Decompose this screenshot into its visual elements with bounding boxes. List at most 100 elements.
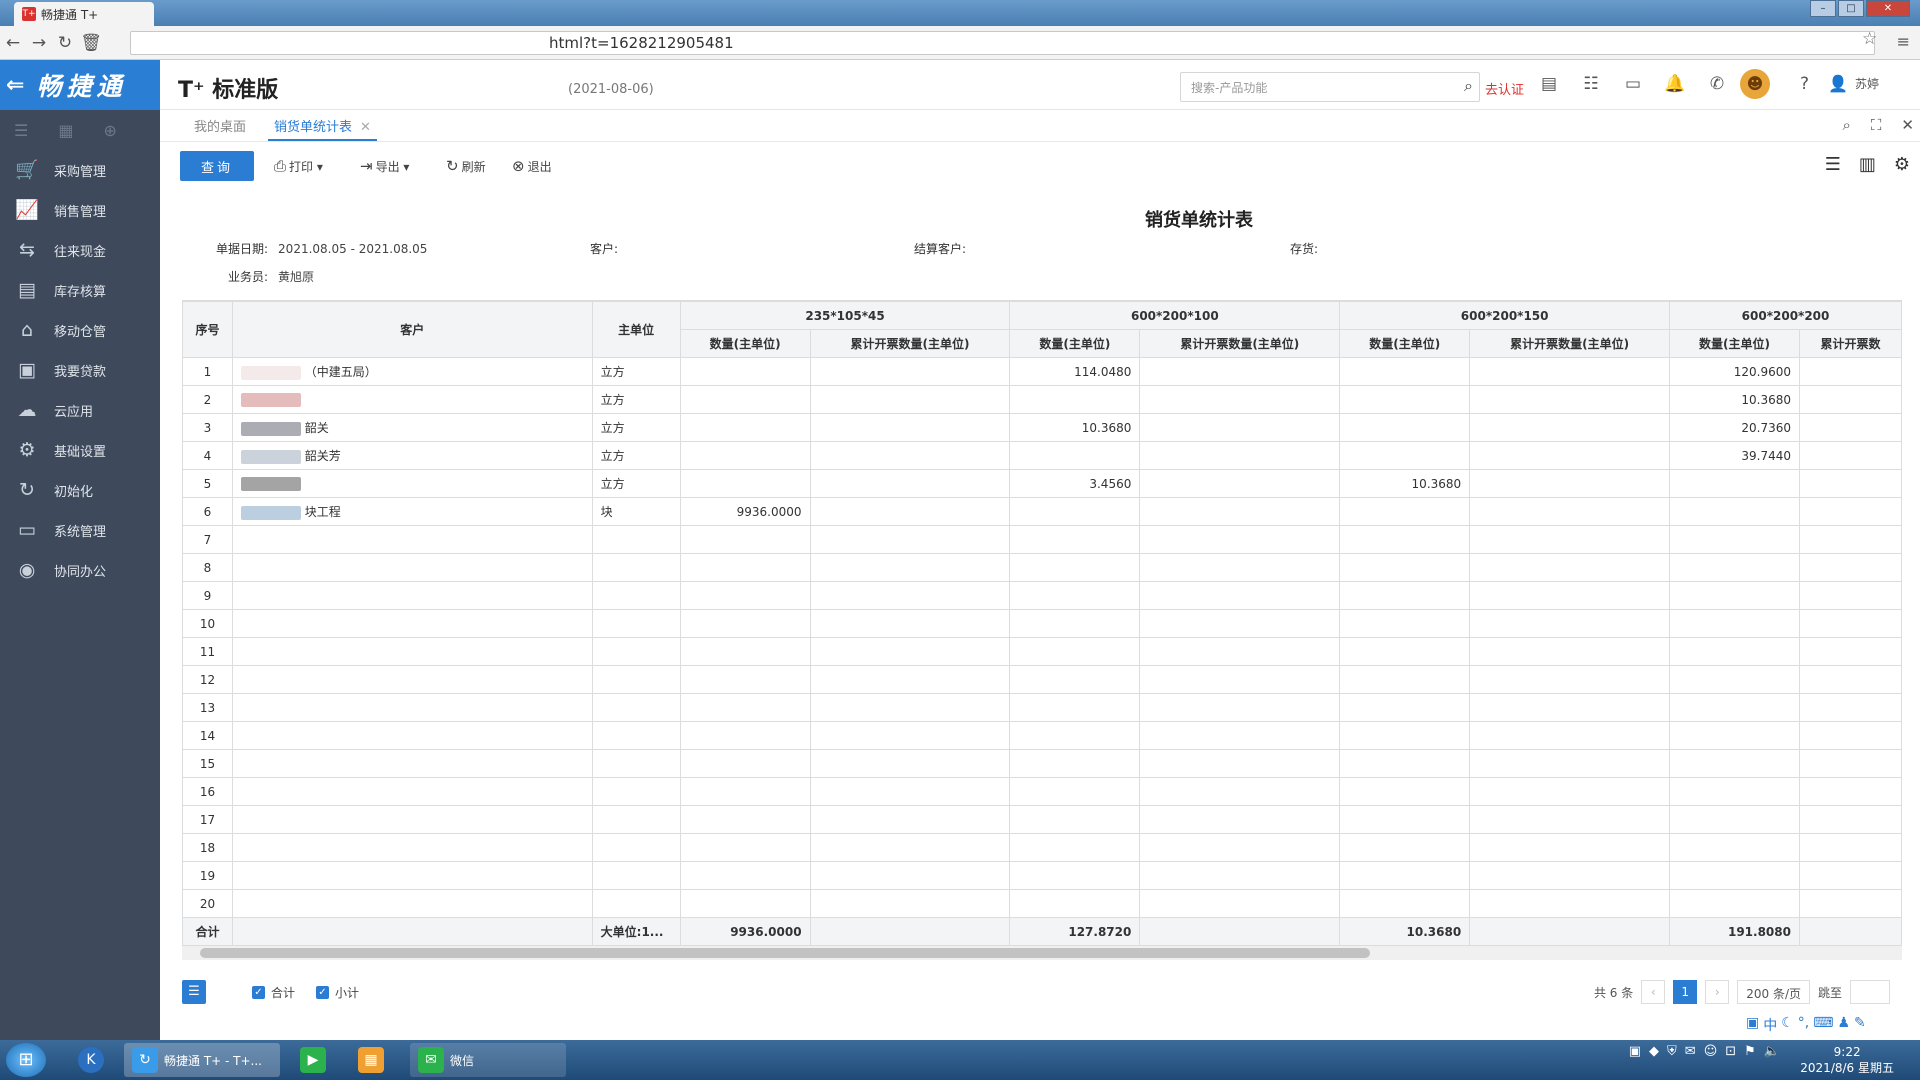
table-row[interactable]: 18 bbox=[182, 833, 1902, 862]
close-tab-icon[interactable]: ✕ bbox=[360, 120, 371, 135]
table-row[interactable]: 4 韶关芳 立方 39.7440 bbox=[182, 441, 1902, 470]
search-icon[interactable]: ⌕ bbox=[1464, 76, 1473, 96]
tab-sales-report[interactable]: 销货单统计表 ✕ bbox=[268, 116, 377, 141]
table-row[interactable]: 1 （中建五局） 立方 114.0480 120.9600 bbox=[182, 357, 1902, 386]
system-clock[interactable]: 9:22 2021/8/6 星期五 bbox=[1800, 1044, 1894, 1076]
checkbox-subtotal[interactable]: ✓ 小计 bbox=[316, 984, 359, 1001]
scroll-thumb[interactable] bbox=[200, 948, 1370, 958]
sidebar-item-1[interactable]: 📈 销售管理 bbox=[0, 190, 160, 230]
list-view-icon[interactable]: ☰ bbox=[1825, 154, 1841, 175]
collapse-arrow-icon[interactable]: ⇐ bbox=[6, 73, 24, 98]
column-config-icon[interactable]: ☰ bbox=[182, 980, 206, 1004]
url-input[interactable]: html?t=1628212905481 bbox=[130, 31, 1875, 55]
fullscreen-icon[interactable]: ⛶ bbox=[1871, 116, 1882, 134]
table-row[interactable]: 15 bbox=[182, 749, 1902, 778]
tray-wechat-icon[interactable]: ✉ bbox=[1685, 1044, 1696, 1059]
ime-keyboard-icon[interactable]: ⌨ bbox=[1813, 1015, 1833, 1035]
trash-icon[interactable]: 🗑 bbox=[78, 33, 104, 53]
table-row[interactable]: 2 立方 10.3680 bbox=[182, 385, 1902, 414]
page-size-select[interactable]: 200 条/页 bbox=[1737, 980, 1810, 1004]
taskbar-tplus[interactable]: ↻ 畅捷通 T+ - T+... bbox=[124, 1043, 280, 1077]
table-row[interactable]: 20 bbox=[182, 889, 1902, 918]
phone-icon[interactable]: ✆ bbox=[1705, 74, 1729, 94]
ime-chinese-icon[interactable]: 中 bbox=[1763, 1015, 1777, 1035]
table-row[interactable]: 8 bbox=[182, 553, 1902, 582]
screen-icon[interactable]: ▭ bbox=[1621, 74, 1645, 94]
ime-user-icon[interactable]: ♟ bbox=[1837, 1015, 1850, 1035]
col-qty[interactable]: 数量(主单位) bbox=[1669, 329, 1800, 358]
forward-arrow-icon[interactable]: → bbox=[26, 33, 52, 53]
sidebar-item-0[interactable]: 🛒 采购管理 bbox=[0, 150, 160, 190]
next-page-button[interactable]: › bbox=[1705, 980, 1730, 1004]
sidebar-item-4[interactable]: ⌂ 移动仓管 bbox=[0, 310, 160, 350]
page-number[interactable]: 1 bbox=[1673, 980, 1698, 1004]
query-button[interactable]: 查询 bbox=[180, 151, 254, 181]
print-button[interactable]: ⎙ 打印 ▾ bbox=[274, 157, 323, 175]
tray-app-icon[interactable]: ◆ bbox=[1649, 1044, 1659, 1059]
sidebar-item-6[interactable]: ☁ 云应用 bbox=[0, 390, 160, 430]
brand-logo[interactable]: ⇐ 畅捷通 bbox=[0, 60, 160, 110]
horizontal-scrollbar[interactable] bbox=[182, 946, 1902, 960]
sidebar-item-10[interactable]: ◉ 协同办公 bbox=[0, 550, 160, 590]
bell-icon[interactable]: 🔔 bbox=[1663, 74, 1687, 94]
table-row[interactable]: 14 bbox=[182, 721, 1902, 750]
calculator-icon[interactable]: ▤ bbox=[1537, 74, 1561, 94]
checkbox-total[interactable]: ✓ 合计 bbox=[252, 984, 295, 1001]
tray-network-icon[interactable]: ⊡ bbox=[1725, 1044, 1736, 1059]
table-row[interactable]: 9 bbox=[182, 581, 1902, 610]
table-row[interactable]: 16 bbox=[182, 777, 1902, 806]
start-button[interactable]: ⊞ bbox=[6, 1043, 46, 1077]
table-row[interactable]: 3 韶关 立方 10.3680 20.7360 bbox=[182, 413, 1902, 442]
taskbar-k-app[interactable]: K bbox=[70, 1043, 118, 1077]
add-shortcut-icon[interactable]: ⊕ bbox=[103, 121, 116, 140]
tray-shield-icon[interactable]: ⛨ bbox=[1667, 1044, 1677, 1059]
taskbar-wechat[interactable]: ✉ 微信 bbox=[410, 1043, 566, 1077]
col-unit[interactable]: 主单位 bbox=[591, 301, 681, 358]
table-row[interactable]: 11 bbox=[182, 637, 1902, 666]
menu-list-icon[interactable]: ☰ bbox=[14, 121, 28, 140]
col-cum[interactable]: 累计开票数量(主单位) bbox=[1139, 329, 1341, 358]
reload-icon[interactable]: ↻ bbox=[52, 33, 78, 53]
sidebar-item-3[interactable]: ▤ 库存核算 bbox=[0, 270, 160, 310]
mascot-avatar[interactable]: ☻ bbox=[1740, 69, 1770, 99]
table-row[interactable]: 12 bbox=[182, 665, 1902, 694]
col-customer[interactable]: 客户 bbox=[231, 301, 593, 358]
tray-flag-icon[interactable]: ⚑ bbox=[1744, 1044, 1756, 1059]
maximize-button[interactable]: □ bbox=[1838, 0, 1864, 17]
ime-punct-icon[interactable]: °, bbox=[1798, 1015, 1809, 1035]
ime-logo-icon[interactable]: ▣ bbox=[1746, 1015, 1759, 1035]
sidebar-item-2[interactable]: ⇆ 往来现金 bbox=[0, 230, 160, 270]
jump-input[interactable] bbox=[1850, 980, 1890, 1004]
user-icon[interactable]: 👤 bbox=[1828, 74, 1848, 93]
exit-button[interactable]: ⊗ 退出 bbox=[512, 157, 552, 175]
taskbar-iqiyi[interactable]: ▶ bbox=[292, 1043, 340, 1077]
export-button[interactable]: ⇥ 导出 ▾ bbox=[360, 157, 409, 175]
ime-toolbar[interactable]: ▣ 中 ☾ °, ⌨ ♟ ✎ bbox=[1740, 1013, 1872, 1037]
table-row[interactable]: 17 bbox=[182, 805, 1902, 834]
grid-icon[interactable]: ▦ bbox=[58, 121, 73, 140]
chart-view-icon[interactable]: ▥ bbox=[1859, 154, 1876, 175]
table-row[interactable]: 13 bbox=[182, 693, 1902, 722]
col-qty[interactable]: 数量(主单位) bbox=[1009, 329, 1141, 358]
table-row[interactable]: 5 立方 3.4560 10.3680 bbox=[182, 469, 1902, 498]
bookmark-star-icon[interactable]: ☆ bbox=[1862, 29, 1877, 49]
browser-tab[interactable]: T+ 畅捷通 T+ bbox=[14, 2, 154, 26]
back-arrow-icon[interactable]: ← bbox=[0, 33, 26, 53]
settings-gear-icon[interactable]: ⚙ bbox=[1894, 154, 1910, 175]
col-qty[interactable]: 数量(主单位) bbox=[1339, 329, 1471, 358]
user-name[interactable]: 苏婷 bbox=[1855, 75, 1879, 92]
refresh-button[interactable]: ↻ 刷新 bbox=[446, 157, 486, 175]
prev-page-button[interactable]: ‹ bbox=[1641, 980, 1666, 1004]
tray-ime-icon[interactable]: ▣ bbox=[1629, 1044, 1641, 1059]
minimize-button[interactable]: – bbox=[1810, 0, 1836, 17]
table-row[interactable]: 10 bbox=[182, 609, 1902, 638]
sidebar-item-8[interactable]: ↻ 初始化 bbox=[0, 470, 160, 510]
group-600-100[interactable]: 600*200*100 bbox=[1009, 301, 1341, 330]
browser-menu-icon[interactable]: ≡ bbox=[1897, 32, 1910, 51]
group-600-200[interactable]: 600*200*200 bbox=[1669, 301, 1902, 330]
help-icon[interactable]: ? bbox=[1800, 74, 1809, 94]
task-list-icon[interactable]: ☷ bbox=[1579, 74, 1603, 94]
col-seq[interactable]: 序号 bbox=[182, 301, 233, 358]
tab-my-desktop[interactable]: 我的桌面 bbox=[188, 116, 252, 135]
col-cum[interactable]: 累计开票数量(主单位) bbox=[809, 329, 1011, 358]
